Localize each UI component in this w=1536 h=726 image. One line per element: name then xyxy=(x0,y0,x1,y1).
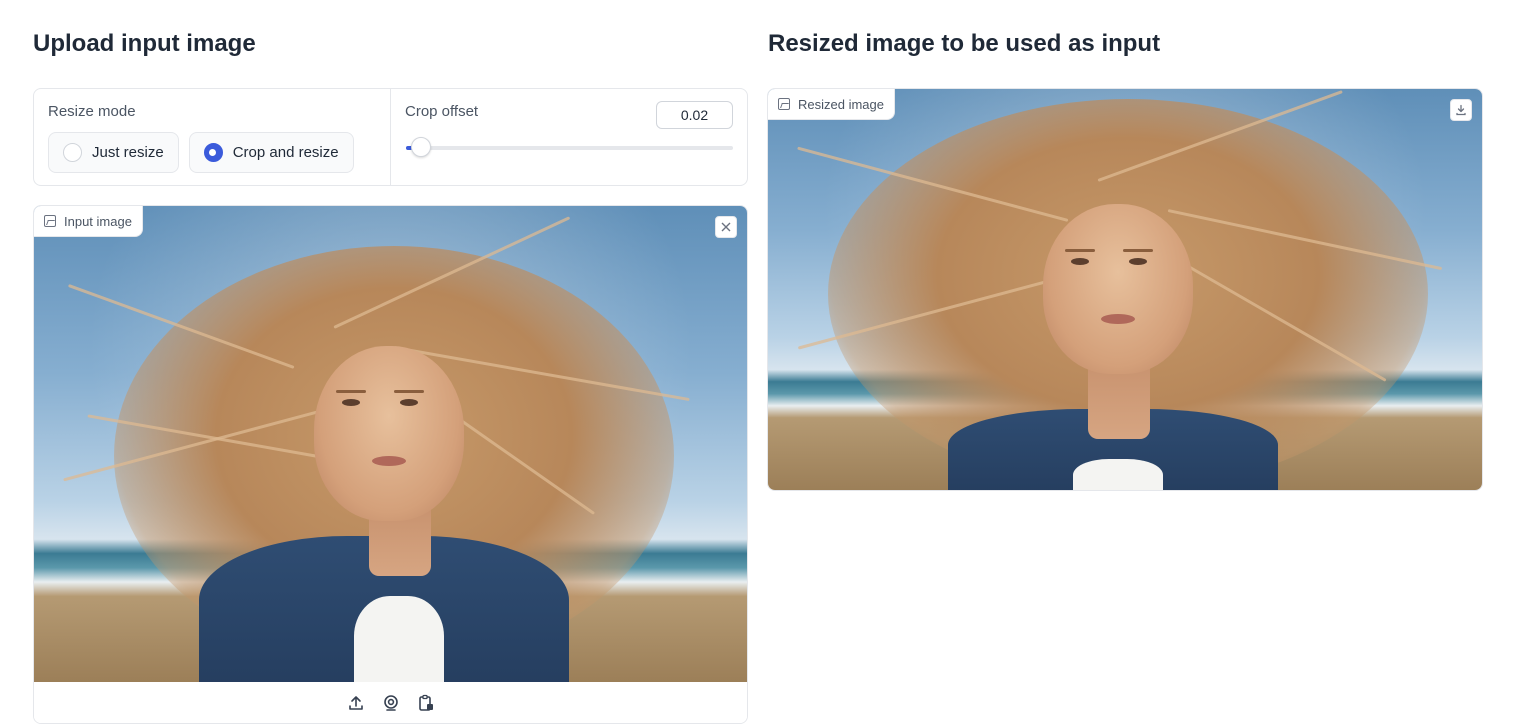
upload-input-heading: Upload input image xyxy=(33,30,256,57)
crop-offset-number-input[interactable]: 0.02 xyxy=(656,101,733,129)
download-icon xyxy=(1456,104,1466,116)
slider-track[interactable] xyxy=(406,146,733,150)
input-image-toolbar xyxy=(34,682,747,723)
upload-button[interactable] xyxy=(346,693,366,713)
input-image xyxy=(34,206,747,682)
image-icon xyxy=(778,98,790,110)
webcam-icon xyxy=(383,694,398,711)
resize-mode-options: Just resize Crop and resize xyxy=(48,132,376,173)
image-icon xyxy=(44,215,56,227)
input-image-tag-label: Input image xyxy=(64,213,132,229)
resized-image-heading: Resized image to be used as input xyxy=(768,30,1161,57)
close-icon xyxy=(721,222,731,232)
radio-crop-and-resize[interactable]: Crop and resize xyxy=(188,132,354,173)
upload-icon xyxy=(348,695,363,710)
radio-label: Crop and resize xyxy=(232,144,339,161)
radio-circle-selected[interactable] xyxy=(203,143,223,162)
resized-image-panel: Resized image xyxy=(767,88,1483,491)
paste-clipboard-button[interactable] xyxy=(416,693,436,713)
slider-thumb[interactable] xyxy=(410,137,431,157)
resize-mode-group: Resize mode Just resize Crop and resize xyxy=(34,89,391,185)
resized-image-tag-label: Resized image xyxy=(798,96,884,112)
webcam-button[interactable] xyxy=(381,693,401,713)
radio-circle[interactable] xyxy=(63,143,82,162)
resize-mode-label: Resize mode xyxy=(48,103,136,120)
radio-label: Just resize xyxy=(92,144,164,161)
close-button[interactable] xyxy=(715,216,737,238)
radio-just-resize[interactable]: Just resize xyxy=(48,132,179,173)
input-image-panel: Input image xyxy=(33,205,748,724)
crop-offset-slider[interactable] xyxy=(406,137,733,157)
resized-image-tag: Resized image xyxy=(768,89,895,120)
resized-image xyxy=(768,89,1482,490)
input-image-tag: Input image xyxy=(34,206,143,237)
download-button[interactable] xyxy=(1450,99,1472,121)
clipboard-icon xyxy=(418,694,433,711)
resize-controls-panel: Resize mode Just resize Crop and resize … xyxy=(33,88,748,186)
crop-offset-group: Crop offset 0.02 xyxy=(391,89,747,185)
